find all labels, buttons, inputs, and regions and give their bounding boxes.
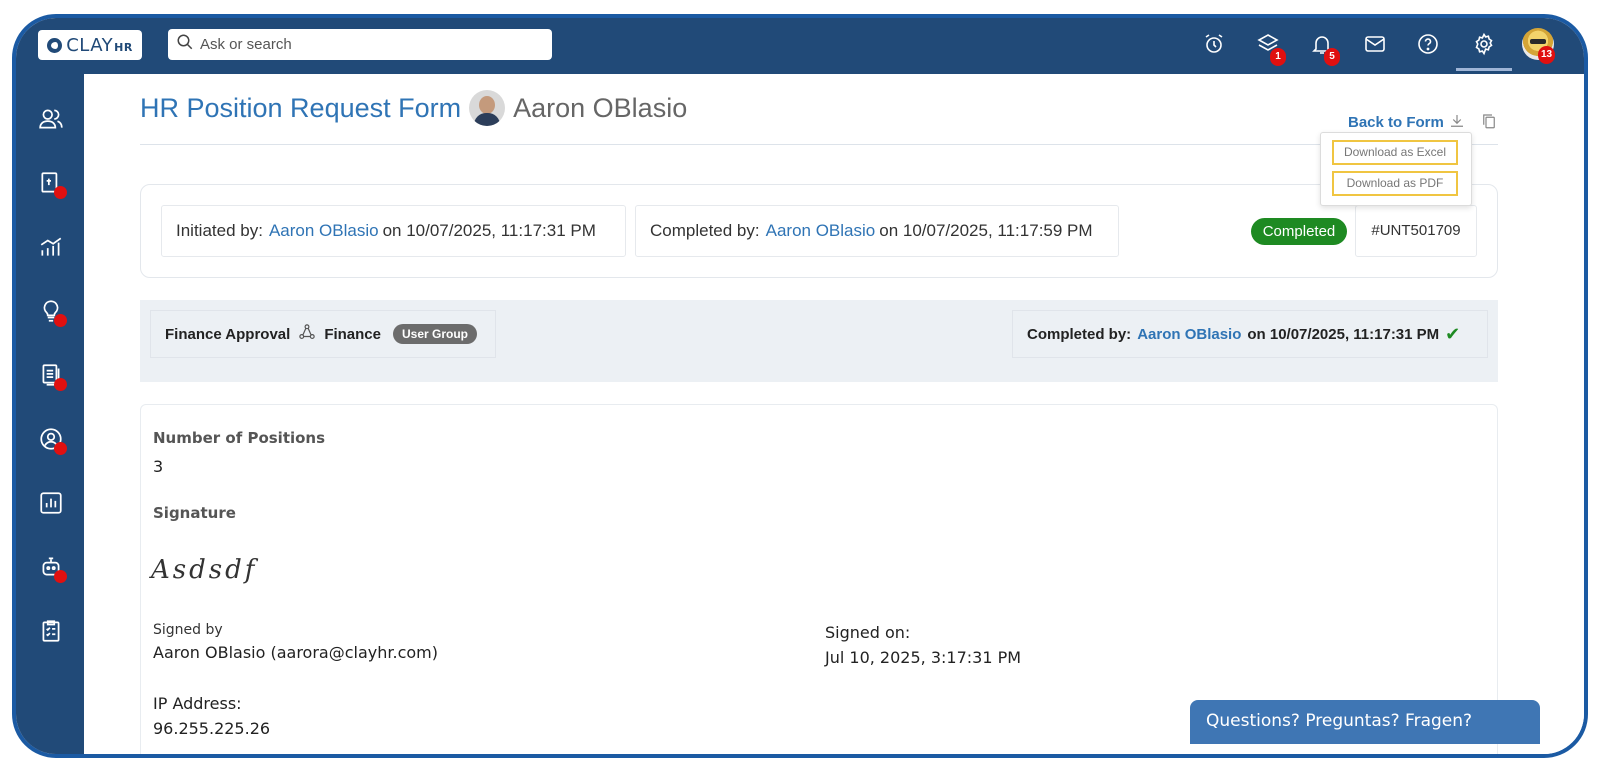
request-id: #UNT501709 bbox=[1355, 205, 1477, 257]
download-pdf-option[interactable]: Download as PDF bbox=[1332, 171, 1458, 196]
download-excel-option[interactable]: Download as Excel bbox=[1332, 140, 1458, 165]
logo-mark-icon bbox=[47, 37, 63, 53]
profile-alert-dot bbox=[54, 442, 67, 455]
approval-completed-on: on 10/07/2025, 11:17:31 PM bbox=[1247, 325, 1440, 343]
signed-by-label: Signed by bbox=[153, 622, 223, 638]
signed-on-value: Jul 10, 2025, 3:17:31 PM bbox=[825, 648, 1022, 667]
signed-on-label: Signed on: bbox=[825, 623, 911, 642]
layers-icon[interactable]: 1 bbox=[1256, 32, 1286, 66]
top-bar: CLAYHR 1 5 13 bbox=[16, 18, 1584, 74]
search-input[interactable] bbox=[200, 36, 530, 53]
checkmark-icon: ✔ bbox=[1445, 323, 1461, 344]
approval-completion: Completed by: Aaron OBlasio on 10/07/202… bbox=[1012, 310, 1488, 358]
logo-text: CLAYHR bbox=[66, 34, 133, 56]
assistant-alert-dot bbox=[54, 570, 67, 583]
gear-icon[interactable] bbox=[1472, 32, 1496, 56]
sidebar-item-analytics[interactable] bbox=[38, 234, 66, 262]
avatar-badge: 13 bbox=[1538, 46, 1556, 64]
documents-alert-dot bbox=[54, 378, 67, 391]
initiated-label: Initiated by: bbox=[176, 221, 263, 240]
title-divider bbox=[140, 144, 1498, 145]
sidebar-item-documents[interactable] bbox=[38, 362, 67, 391]
positions-value: 3 bbox=[153, 457, 164, 476]
positions-label: Number of Positions bbox=[153, 429, 326, 447]
app-window: CLAYHR 1 5 13 bbox=[12, 14, 1588, 758]
user-group-badge: User Group bbox=[393, 324, 478, 344]
person-name: Aaron OBlasio bbox=[513, 92, 688, 123]
bell-icon[interactable]: 5 bbox=[1310, 32, 1340, 66]
sidebar-item-assistant[interactable] bbox=[38, 554, 67, 583]
clayhr-logo[interactable]: CLAYHR bbox=[38, 30, 142, 60]
group-icon bbox=[298, 323, 316, 345]
sidebar-item-ideas[interactable] bbox=[38, 298, 67, 327]
form-title: HR Position Request Form bbox=[140, 92, 462, 123]
sidebar-item-profile[interactable] bbox=[38, 426, 67, 455]
sidebar-item-reports[interactable] bbox=[38, 490, 66, 518]
signed-by-value: Aaron OBlasio (aarora@clayhr.com) bbox=[153, 643, 438, 662]
ip-address-value: 96.255.225.26 bbox=[153, 719, 271, 738]
completed-info: Completed by: Aaron OBlasio on 10/07/202… bbox=[635, 205, 1119, 257]
approval-step-info: Finance Approval Finance User Group bbox=[150, 310, 496, 358]
approval-group-name: Finance bbox=[324, 325, 381, 343]
help-icon[interactable] bbox=[1416, 32, 1440, 56]
initiated-by-link[interactable]: Aaron OBlasio bbox=[269, 221, 379, 241]
approval-completed-by-link[interactable]: Aaron OBlasio bbox=[1137, 326, 1241, 343]
payroll-alert-dot bbox=[54, 186, 67, 199]
search-icon bbox=[176, 33, 194, 56]
chat-widget-button[interactable]: Questions? Preguntas? Fragen? bbox=[1190, 700, 1540, 744]
sidebar bbox=[16, 74, 84, 754]
status-card: Initiated by: Aaron OBlasio on 10/07/202… bbox=[140, 184, 1498, 278]
search-bar[interactable] bbox=[168, 29, 552, 60]
notifications-badge: 5 bbox=[1324, 48, 1340, 66]
copy-icon[interactable] bbox=[1480, 112, 1500, 132]
signature-label: Signature bbox=[153, 504, 236, 522]
approval-step-name: Finance Approval bbox=[165, 325, 291, 343]
initiated-info: Initiated by: Aaron OBlasio on 10/07/202… bbox=[161, 205, 626, 257]
approval-completed-label: Completed by: bbox=[1027, 325, 1132, 343]
ideas-alert-dot bbox=[54, 314, 67, 327]
download-icon[interactable] bbox=[1448, 112, 1468, 132]
download-menu: Download as Excel Download as PDF bbox=[1320, 132, 1472, 206]
page-title: HR Position Request Form Aaron OBlasio bbox=[140, 90, 687, 126]
initiated-on: on 10/07/2025, 11:17:31 PM bbox=[382, 221, 596, 240]
completed-label: Completed by: bbox=[650, 221, 760, 240]
ip-address-label: IP Address: bbox=[153, 694, 242, 713]
sidebar-item-checklist[interactable] bbox=[38, 618, 66, 646]
mail-icon[interactable] bbox=[1363, 32, 1387, 56]
person-avatar bbox=[469, 90, 506, 126]
sidebar-item-people[interactable] bbox=[38, 106, 66, 134]
sidebar-item-payroll[interactable] bbox=[38, 170, 67, 199]
status-badge: Completed bbox=[1251, 218, 1347, 245]
completed-by-link[interactable]: Aaron OBlasio bbox=[766, 221, 876, 241]
signature-image: Asdsdf bbox=[151, 555, 258, 585]
completed-on: on 10/07/2025, 11:17:59 PM bbox=[879, 221, 1093, 240]
user-avatar[interactable]: 13 bbox=[1522, 28, 1556, 64]
approval-step: Finance Approval Finance User Group Comp… bbox=[140, 300, 1498, 382]
settings-active-indicator bbox=[1456, 68, 1512, 71]
layers-badge: 1 bbox=[1270, 48, 1286, 66]
main-content: HR Position Request Form Aaron OBlasio B… bbox=[84, 74, 1584, 754]
alarm-clock-icon[interactable] bbox=[1202, 32, 1226, 56]
back-to-form-link[interactable]: Back to Form bbox=[1348, 114, 1444, 131]
